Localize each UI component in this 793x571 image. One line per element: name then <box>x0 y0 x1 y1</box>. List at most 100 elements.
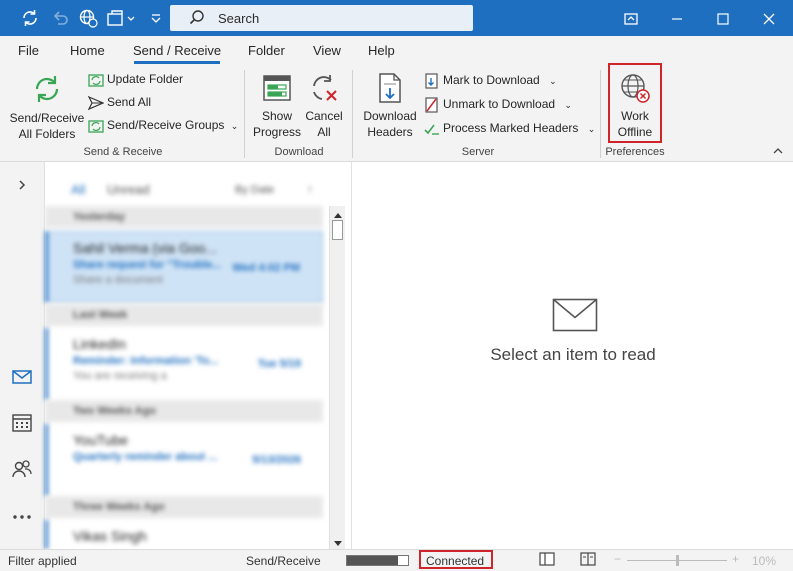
list-filter-row: All Unread By Date ↑ <box>45 162 345 206</box>
zoom-slider-thumb[interactable] <box>676 555 679 566</box>
item-sender: Sahil Verma (via Goo... <box>73 240 217 256</box>
scroll-thumb[interactable] <box>332 220 343 240</box>
list-item[interactable]: LinkedIn Reminder: Information 'To... Yo… <box>45 328 323 400</box>
status-bar: Filter applied Send/Receive Connected − … <box>0 549 793 571</box>
filter-status: Filter applied <box>8 554 77 568</box>
chevron-down-icon: ⌄ <box>564 100 572 110</box>
process-marked-icon <box>424 121 440 137</box>
chevron-down-icon: ⌄ <box>549 76 557 86</box>
mark-to-download-button[interactable]: Mark to Download ⌄ <box>424 71 557 89</box>
ribbon: Send/Receive All Folders Update Folder S… <box>0 63 793 162</box>
tab-view[interactable]: View <box>313 43 341 58</box>
mail-icon[interactable] <box>11 366 33 388</box>
send-receive-all-label-2: All Folders <box>18 127 76 141</box>
separator <box>352 70 353 158</box>
send-receive-groups-button[interactable]: Send/Receive Groups ⌄ <box>88 116 238 134</box>
tab-file[interactable]: File <box>18 43 39 58</box>
send-receive-progress <box>346 555 409 566</box>
show-progress-icon <box>261 75 293 107</box>
cancel-all-label-2: All <box>317 125 331 139</box>
list-item[interactable]: Sahil Verma (via Goo... Share request fo… <box>45 231 323 303</box>
item-sender: LinkedIn <box>73 336 126 352</box>
group-header: Two Weeks Ago <box>45 400 323 422</box>
send-receive-groups-label: Send/Receive Groups <box>107 118 225 132</box>
people-icon[interactable] <box>11 458 33 480</box>
group-label-send-receive: Send & Receive <box>83 146 163 158</box>
search-placeholder: Search <box>218 11 260 26</box>
search-icon <box>189 9 205 25</box>
more-apps-icon[interactable] <box>11 506 33 528</box>
group-label-server: Server <box>461 146 495 158</box>
sync-icon[interactable] <box>20 8 40 28</box>
item-preview: You are receiving a <box>73 370 167 382</box>
close-icon[interactable] <box>746 0 792 36</box>
download-headers-label-1: Download <box>363 109 417 123</box>
zoom-out-icon[interactable]: − <box>614 552 621 566</box>
expand-folder-pane-icon[interactable] <box>11 174 33 196</box>
tab-folder[interactable]: Folder <box>248 43 285 58</box>
group-header: Yesterday <box>45 206 323 228</box>
send-receive-groups-icon[interactable] <box>106 8 136 28</box>
item-date: Tue 5/19 <box>257 358 301 370</box>
normal-view-icon[interactable] <box>539 552 555 569</box>
send-receive-all-folders-button[interactable]: Send/Receive All Folders <box>6 72 88 142</box>
work-offline-highlight <box>608 63 662 143</box>
send-receive-progress-fill <box>347 556 399 565</box>
item-sender: YouTube <box>73 432 129 448</box>
reading-view-icon[interactable] <box>580 552 596 569</box>
tab-help[interactable]: Help <box>368 43 395 58</box>
ribbon-display-options-icon[interactable] <box>608 0 654 36</box>
item-date: Wed 4:02 PM <box>232 262 300 274</box>
show-progress-button[interactable]: Show Progress <box>251 72 303 140</box>
cancel-all-label-1: Cancel <box>305 109 343 123</box>
list-scrollbar[interactable] <box>329 206 345 549</box>
title-bar: Search <box>0 0 793 36</box>
maximize-icon[interactable] <box>700 0 746 36</box>
send-all-button[interactable]: Send All <box>87 93 151 111</box>
search-box[interactable]: Search <box>170 5 473 31</box>
collapse-ribbon-icon[interactable] <box>772 146 784 159</box>
chevron-down-icon: ⌄ <box>587 124 596 134</box>
group-header: Three Weeks Ago <box>45 496 323 518</box>
send-receive-status: Send/Receive <box>246 554 321 568</box>
envelope-icon <box>552 298 598 335</box>
unmark-download-icon <box>424 97 440 113</box>
update-folder-icon <box>88 72 104 88</box>
cancel-all-icon <box>308 75 340 107</box>
item-preview: Share a document <box>73 274 163 286</box>
minimize-icon[interactable] <box>654 0 700 36</box>
cancel-all-button[interactable]: Cancel All <box>301 72 347 140</box>
empty-reading-message: Select an item to read <box>490 345 656 364</box>
connection-status: Connected <box>426 554 485 568</box>
list-item[interactable]: YouTube Quarterly reminder about ... 5/1… <box>45 424 323 496</box>
tab-send-receive[interactable]: Send / Receive <box>133 43 221 58</box>
navigation-bar <box>0 162 45 549</box>
list-item[interactable]: Vikas Singh <box>45 520 323 549</box>
sort-dropdown[interactable]: By Date <box>235 184 274 196</box>
customize-toolbar-icon[interactable] <box>146 8 166 28</box>
reading-pane: Select an item to read <box>351 162 793 549</box>
tab-all[interactable]: All <box>71 182 85 197</box>
process-marked-headers-button[interactable]: Process Marked Headers ⌄ <box>424 119 595 137</box>
update-folder-label: Update Folder <box>107 72 184 86</box>
undo-icon[interactable] <box>50 8 70 28</box>
unmark-to-download-button[interactable]: Unmark to Download ⌄ <box>424 95 572 113</box>
chevron-down-icon: ⌄ <box>230 121 239 131</box>
unmark-to-download-label: Unmark to Download <box>443 97 556 111</box>
sort-direction-icon[interactable]: ↑ <box>307 182 313 196</box>
ribbon-tabs: File Home Send / Receive Folder View Hel… <box>0 36 793 64</box>
tab-home[interactable]: Home <box>70 43 105 58</box>
zoom-in-icon[interactable]: + <box>732 552 739 566</box>
group-label-download: Download <box>274 146 324 158</box>
globe-sync-icon[interactable] <box>78 8 98 28</box>
download-headers-button[interactable]: Download Headers <box>360 72 420 140</box>
mark-download-icon <box>424 73 440 89</box>
send-icon <box>87 95 105 111</box>
tab-unread[interactable]: Unread <box>107 182 150 197</box>
send-receive-all-icon <box>30 76 64 109</box>
process-marked-headers-label: Process Marked Headers <box>443 121 579 135</box>
send-receive-groups-icon <box>88 118 104 134</box>
update-folder-button[interactable]: Update Folder <box>88 70 183 88</box>
item-date: 5/13/2026 <box>252 454 301 466</box>
calendar-icon[interactable] <box>11 412 33 434</box>
